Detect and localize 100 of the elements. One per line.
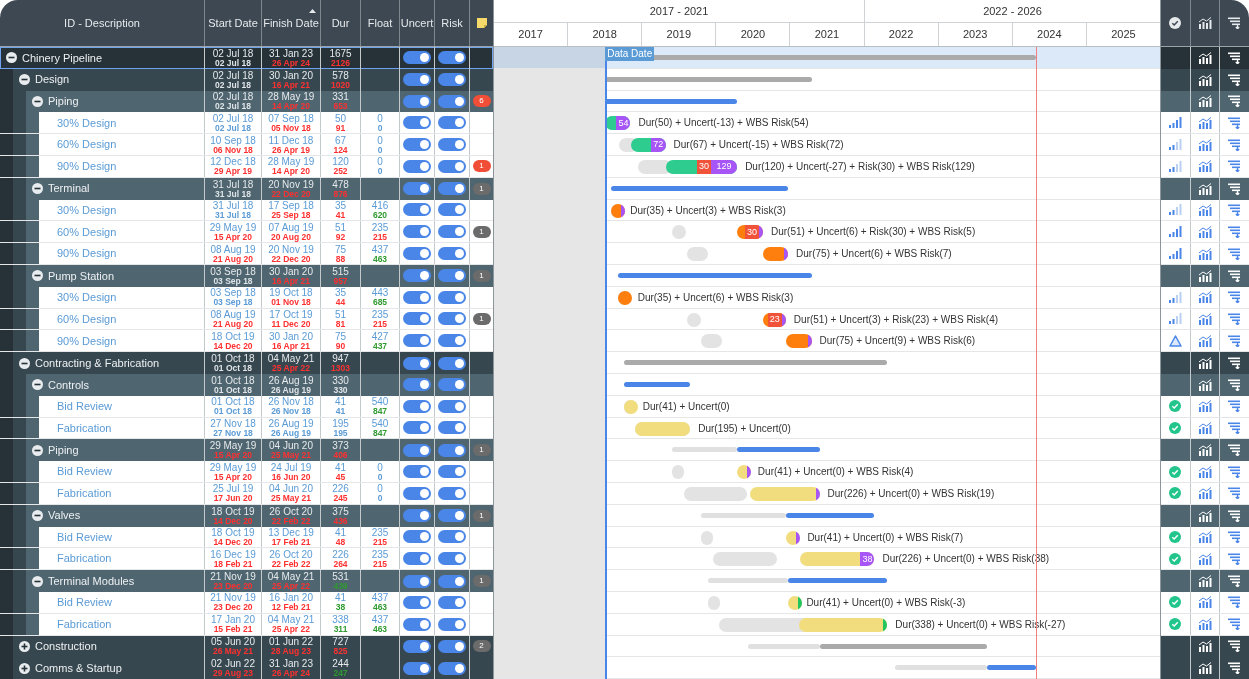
uncertainty-toggle[interactable]: [403, 225, 431, 239]
chart-icon[interactable]: [1198, 378, 1212, 391]
table-row[interactable]: 90% Design 12 Dec 18 29 Apr 19 28 May 19 14 Apr 20 120 252 0 0 1: [0, 156, 493, 178]
summary-bar[interactable]: [786, 512, 875, 518]
notes-count[interactable]: 1: [472, 225, 491, 238]
table-row[interactable]: Fabrication 17 Jan 20 15 Feb 21 04 May 21 25 Apr 22 338 311 437 463: [0, 613, 493, 636]
table-row[interactable]: 60% Design 08 Aug 19 21 Aug 20 17 Oct 19 11 Dec 20 51 81 235 215 1: [0, 308, 493, 331]
column-header[interactable]: Float: [360, 0, 399, 46]
summary-bar[interactable]: [605, 98, 738, 104]
uncertainty-toggle[interactable]: [403, 552, 431, 566]
expand-icon[interactable]: [19, 662, 30, 674]
risk-toggle[interactable]: [438, 595, 466, 609]
table-row[interactable]: 30% Design 03 Sep 18 03 Sep 18 19 Oct 18 01 Nov 18 35 44 443 685: [0, 286, 493, 309]
chart-icon[interactable]: [1198, 662, 1212, 675]
risk-toggle[interactable]: [438, 552, 466, 566]
task-bar[interactable]: [786, 334, 812, 349]
table-row[interactable]: 60% Design 29 May 19 15 Apr 20 07 Aug 19 20 Aug 20 51 92 235 215 1: [0, 221, 493, 244]
collapse-icon[interactable]: [32, 510, 43, 522]
uncertainty-toggle[interactable]: [403, 247, 431, 261]
risk-toggle[interactable]: [438, 182, 466, 196]
summary-bar[interactable]: [788, 578, 888, 584]
uncertainty-toggle[interactable]: [403, 617, 431, 631]
task-bar[interactable]: 30 129: [666, 160, 738, 174]
table-row[interactable]: Piping 02 Jul 18 02 Jul 18 28 May 19 14 Apr 20 331 653 6: [0, 90, 493, 113]
uncertainty-toggle[interactable]: [403, 334, 431, 348]
collapse-icon[interactable]: [32, 444, 43, 456]
table-row[interactable]: Bid Review 21 Nov 19 23 Dec 20 16 Jan 20 12 Feb 21 41 38 437 463: [0, 591, 493, 614]
risk-toggle[interactable]: [438, 574, 466, 588]
task-bar[interactable]: [750, 486, 820, 501]
uncertainty-toggle[interactable]: [403, 73, 431, 87]
uncertainty-toggle[interactable]: [403, 465, 431, 479]
notes-count[interactable]: 1: [472, 509, 491, 522]
column-header[interactable]: ID - Description: [0, 0, 204, 46]
uncertainty-toggle[interactable]: [403, 138, 431, 152]
table-row[interactable]: Comms & Startup 02 Jun 22 29 Aug 23 31 Jan 23 26 Apr 24 244 247: [0, 657, 493, 679]
summary-bar[interactable]: [623, 360, 888, 366]
sort-icon[interactable]: [1228, 17, 1242, 29]
collapse-icon[interactable]: [32, 270, 43, 282]
sort-icon[interactable]: [1228, 378, 1242, 391]
task-bar[interactable]: [788, 595, 803, 610]
risk-toggle[interactable]: [438, 73, 466, 87]
sort-icon[interactable]: [1228, 51, 1242, 64]
chart-icon[interactable]: [1198, 509, 1212, 522]
sort-icon[interactable]: [1228, 575, 1242, 587]
uncertainty-toggle[interactable]: [403, 159, 431, 173]
uncertainty-toggle[interactable]: [403, 356, 431, 370]
collapse-icon[interactable]: [6, 52, 17, 64]
task-bar[interactable]: 54: [605, 116, 631, 131]
summary-bar[interactable]: [737, 447, 820, 453]
collapse-icon[interactable]: [19, 74, 30, 86]
task-bar[interactable]: [763, 247, 789, 262]
uncertainty-toggle[interactable]: [403, 312, 431, 326]
sort-icon[interactable]: [1228, 95, 1242, 108]
chart-icon[interactable]: [1198, 17, 1212, 29]
risk-toggle[interactable]: [438, 95, 466, 108]
sort-icon[interactable]: [1228, 357, 1242, 370]
summary-bar[interactable]: [617, 272, 812, 278]
uncertainty-toggle[interactable]: [403, 574, 431, 588]
table-row[interactable]: 90% Design 08 Aug 19 21 Aug 20 20 Nov 19 22 Dec 20 75 88 437 463: [0, 243, 493, 265]
uncertainty-toggle[interactable]: [403, 399, 431, 413]
risk-toggle[interactable]: [438, 247, 466, 261]
uncertainty-toggle[interactable]: [403, 595, 431, 609]
collapse-icon[interactable]: [32, 96, 43, 107]
task-bar[interactable]: 72: [630, 138, 666, 153]
uncertainty-toggle[interactable]: [403, 530, 431, 544]
uncertainty-toggle[interactable]: [403, 443, 431, 457]
notes-count[interactable]: 1: [472, 575, 491, 587]
chart-icon[interactable]: [1198, 51, 1212, 64]
table-row[interactable]: 60% Design 10 Sep 18 06 Nov 18 11 Dec 18 26 Apr 19 67 124 0 0: [0, 134, 493, 156]
chart-icon[interactable]: [1198, 269, 1212, 282]
table-row[interactable]: Terminal 31 Jul 18 31 Jul 18 20 Nov 19 22 Dec 20 478 876 1: [0, 177, 493, 200]
risk-toggle[interactable]: [438, 530, 466, 544]
table-row[interactable]: Contracting & Fabrication 01 Oct 18 01 Oct 18 04 May 21 25 Apr 22 947 1303: [0, 352, 493, 374]
table-row[interactable]: Valves 18 Oct 19 14 Dec 20 26 Oct 20 22 Feb 22 375 436 1: [0, 504, 493, 527]
column-header[interactable]: Uncert: [399, 0, 434, 46]
chart-icon[interactable]: [1198, 575, 1212, 587]
risk-toggle[interactable]: [438, 225, 466, 239]
notes-count[interactable]: 1: [472, 160, 491, 173]
risk-toggle[interactable]: [438, 51, 466, 65]
risk-toggle[interactable]: [438, 116, 466, 130]
table-row[interactable]: Bid Review 01 Oct 18 01 Oct 18 26 Nov 18 26 Nov 18 41 41 540 847: [0, 395, 493, 418]
risk-toggle[interactable]: [438, 421, 466, 435]
uncertainty-toggle[interactable]: [403, 661, 431, 675]
sort-icon[interactable]: [1228, 182, 1242, 195]
task-bar[interactable]: [611, 203, 626, 218]
check-circle-icon[interactable]: [1169, 17, 1182, 29]
summary-bar[interactable]: [986, 665, 1036, 671]
task-bar[interactable]: [799, 617, 888, 632]
chart-icon[interactable]: [1198, 73, 1212, 86]
risk-toggle[interactable]: [438, 378, 466, 392]
sort-icon[interactable]: [1228, 640, 1242, 653]
task-bar[interactable]: [617, 290, 632, 305]
collapse-icon[interactable]: [19, 357, 30, 369]
summary-bar[interactable]: [605, 76, 812, 82]
collapse-icon[interactable]: [32, 183, 43, 195]
uncertainty-toggle[interactable]: [403, 509, 431, 523]
notes-count[interactable]: 1: [472, 312, 491, 325]
uncertainty-toggle[interactable]: [403, 182, 431, 196]
table-row[interactable]: Pump Station 03 Sep 18 03 Sep 18 30 Jan 20 16 Apr 21 515 957 1: [0, 264, 493, 287]
collapse-icon[interactable]: [32, 379, 43, 391]
